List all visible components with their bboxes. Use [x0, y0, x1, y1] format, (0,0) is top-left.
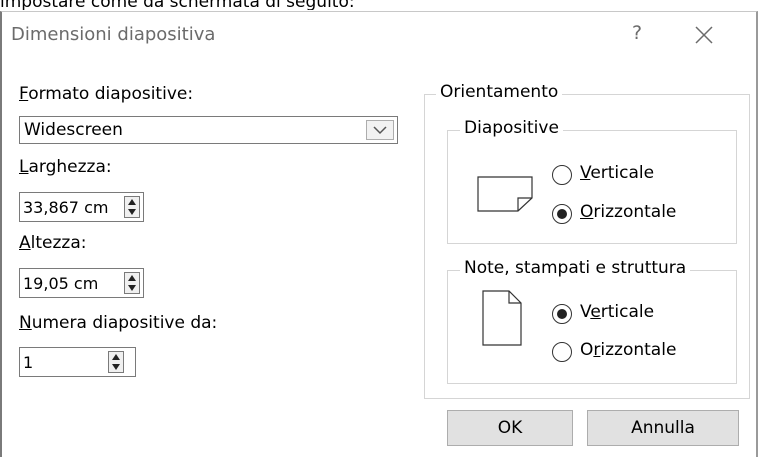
numbering-label: Numera diapositive da:: [19, 313, 217, 333]
width-decrement-button[interactable]: [125, 207, 139, 217]
help-button[interactable]: ?: [622, 22, 652, 44]
height-value: 19,05 cm: [23, 274, 99, 293]
portrait-page-icon: [482, 290, 522, 346]
numbering-decrement-button[interactable]: [109, 362, 123, 372]
numbering-mnemonic: N: [19, 313, 32, 333]
notes-horizontal-post: izzontale: [600, 340, 677, 360]
width-spinner[interactable]: 33,867 cm: [19, 192, 144, 222]
notes-vertical-post: rticale: [600, 302, 655, 322]
close-icon: [695, 26, 713, 44]
slides-orientation-title: Diapositive: [460, 118, 563, 138]
numbering-increment-button[interactable]: [109, 352, 123, 362]
width-label-text: arghezza:: [28, 157, 112, 177]
caption-text: impostare come da schermata di seguito:: [0, 0, 355, 10]
height-increment-button[interactable]: [125, 273, 139, 283]
title-bar: Dimensioni diapositiva ?: [2, 12, 756, 59]
slides-vertical-post: erticale: [590, 163, 655, 183]
ok-button[interactable]: OK: [447, 410, 573, 446]
notes-horizontal-label[interactable]: Orizzontale: [580, 340, 676, 360]
height-mnemonic: A: [19, 233, 31, 253]
numbering-spinner[interactable]: 1: [19, 347, 136, 377]
notes-horizontal-pre: O: [580, 340, 594, 360]
cancel-button[interactable]: Annulla: [587, 410, 739, 446]
height-decrement-button[interactable]: [125, 283, 139, 293]
width-increment-button[interactable]: [125, 197, 139, 207]
slides-vertical-radio[interactable]: [552, 165, 572, 185]
height-spinner[interactable]: 19,05 cm: [19, 268, 144, 298]
slides-vertical-label[interactable]: Verticale: [580, 163, 654, 183]
slides-horizontal-post: rizzontale: [593, 202, 677, 222]
landscape-page-icon: [477, 176, 533, 212]
slides-vertical-mnemonic: V: [580, 163, 591, 183]
spin-down-icon: [128, 209, 136, 215]
height-label-text: ltezza:: [30, 233, 87, 253]
close-button[interactable]: [686, 20, 722, 50]
height-spin-arrows[interactable]: [124, 272, 140, 294]
chevron-down-icon: [373, 126, 387, 135]
spin-up-icon: [112, 354, 120, 360]
notes-vertical-radio[interactable]: [552, 304, 572, 324]
slide-size-label-text: ormato diapositive:: [28, 84, 194, 104]
spin-up-icon: [128, 275, 136, 281]
orientation-group-title: Orientamento: [436, 82, 563, 102]
slide-size-label: Formato diapositive:: [19, 84, 193, 104]
slide-size-dialog: Dimensioni diapositiva ? Formato diaposi…: [0, 11, 758, 457]
width-spin-arrows[interactable]: [124, 196, 140, 218]
notes-orientation-title: Note, stampati e struttura: [460, 258, 691, 278]
height-label: Altezza:: [19, 233, 86, 253]
spin-down-icon: [128, 285, 136, 291]
notes-horizontal-radio[interactable]: [552, 342, 572, 362]
width-label: Larghezza:: [19, 157, 112, 177]
notes-vertical-mnemonic: e: [590, 302, 601, 322]
numbering-spin-arrows[interactable]: [108, 351, 124, 373]
notes-vertical-label[interactable]: Verticale: [580, 302, 654, 322]
spin-down-icon: [112, 364, 120, 370]
slide-size-value: Widescreen: [24, 120, 123, 140]
numbering-label-text: umera diapositive da:: [31, 313, 218, 333]
notes-vertical-pre: V: [580, 302, 591, 322]
dialog-title: Dimensioni diapositiva: [11, 24, 216, 45]
spin-up-icon: [128, 199, 136, 205]
width-value: 33,867 cm: [23, 198, 109, 217]
slides-horizontal-mnemonic: O: [580, 202, 594, 222]
slide-size-dropdown-button[interactable]: [366, 120, 394, 140]
slides-horizontal-label[interactable]: Orizzontale: [580, 202, 676, 222]
slide-size-mnemonic: F: [19, 84, 29, 104]
slide-size-combobox[interactable]: Widescreen: [19, 116, 398, 144]
radio-selected-dot: [557, 209, 567, 219]
slides-horizontal-radio[interactable]: [552, 204, 572, 224]
numbering-value: 1: [23, 353, 34, 372]
radio-selected-dot: [557, 309, 567, 319]
